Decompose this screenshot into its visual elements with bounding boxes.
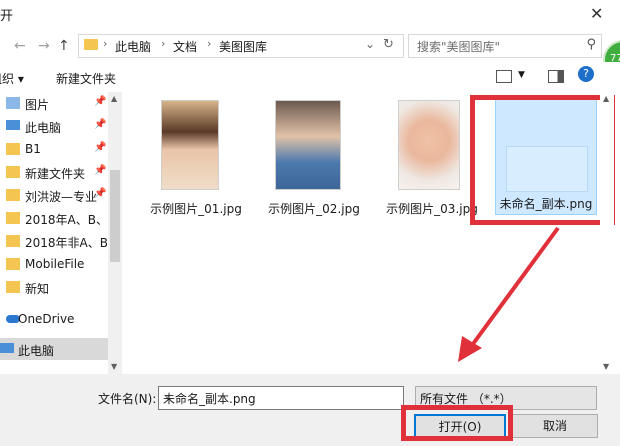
chevron-down-icon[interactable]: ⌄ [420,390,590,401]
chevron-down-icon[interactable]: ⌄ [163,390,399,401]
filename-field[interactable]: 未命名_副本.png ⌄ [158,386,404,410]
cancel-button[interactable]: 取消 [512,414,598,438]
filename-label: 文件名(N): [98,392,157,406]
highlight-box-open-button [401,405,513,441]
arrow-shaft [468,226,560,350]
